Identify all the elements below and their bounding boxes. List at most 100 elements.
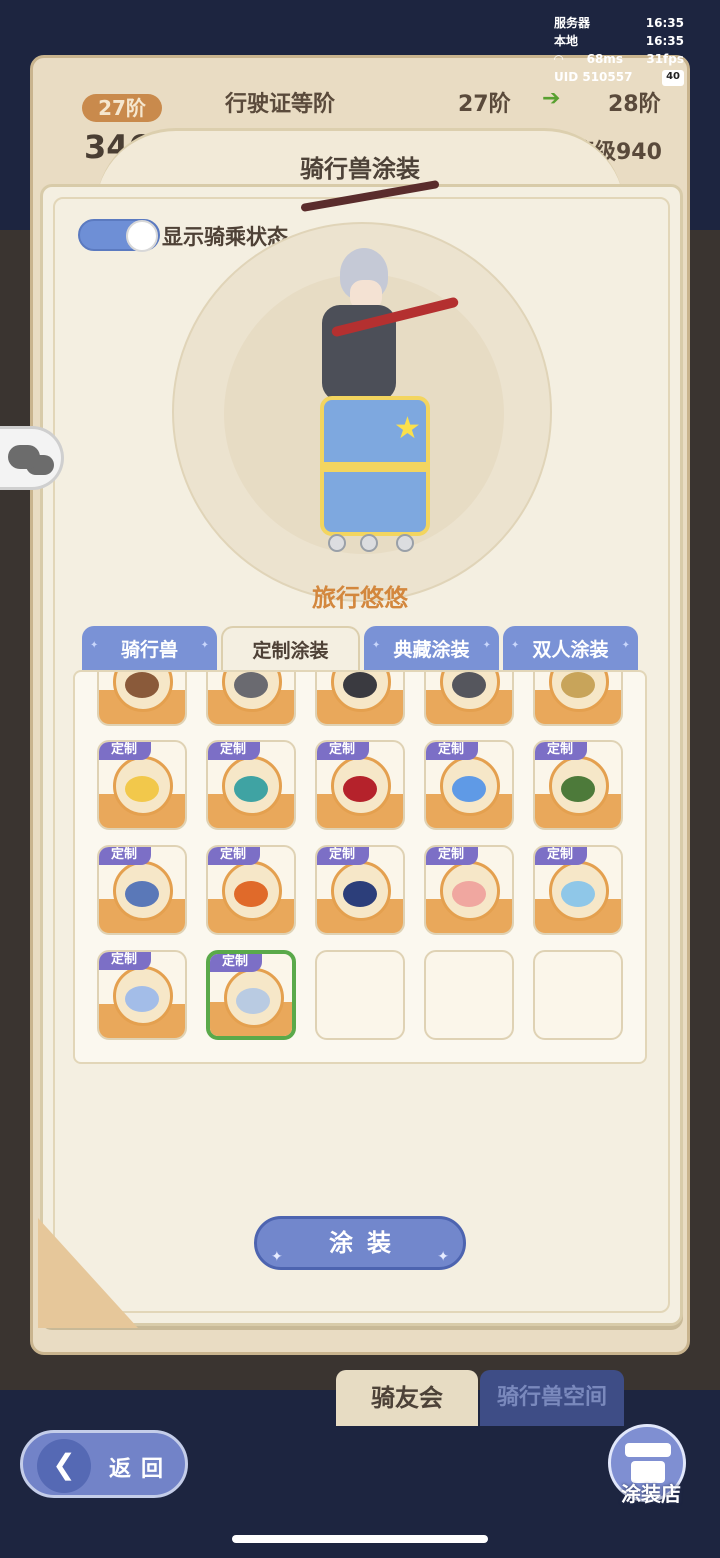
- tab-collection-skin[interactable]: ✦ 典藏涂装 ✦: [364, 626, 499, 670]
- skin-cell[interactable]: 定制: [424, 845, 514, 935]
- apply-skin-button[interactable]: ✦ 涂装 ✦: [254, 1216, 466, 1270]
- skin-cell[interactable]: 定制: [97, 845, 187, 935]
- skin-cell[interactable]: [206, 672, 296, 726]
- empty-skin-slot: [424, 950, 514, 1040]
- custom-tag-badge: 定制: [426, 742, 478, 760]
- skin-cell[interactable]: [424, 672, 514, 726]
- wheel: [360, 534, 378, 552]
- sparkle-icon: ✦: [90, 640, 99, 651]
- chat-icon: [8, 445, 40, 469]
- sparkle-icon: ✦: [511, 640, 520, 651]
- preview-skin-name: 旅行悠悠: [312, 584, 408, 612]
- custom-tag-badge: 定制: [426, 847, 478, 865]
- sparkle-icon: ✦: [200, 640, 209, 651]
- back-arrow-icon: ❮: [37, 1439, 91, 1493]
- local-time-label: 本地: [554, 34, 579, 48]
- tab-label: 双人涂装: [532, 638, 609, 661]
- suitcase-mount: ★: [320, 396, 430, 536]
- skin-cell[interactable]: 定制: [206, 950, 296, 1040]
- red-rose-icon: [343, 776, 377, 802]
- robot-mount-icon: [452, 672, 486, 698]
- yellow-chick-icon: [125, 776, 159, 802]
- custom-tag-badge: 定制: [535, 847, 587, 865]
- skin-grid: 定制 定制 定制 定制 定制 定制 定制 定制 定制 定制 定制 定制: [73, 670, 647, 1064]
- skin-cell[interactable]: 定制: [206, 845, 296, 935]
- ping: 68ms: [586, 52, 623, 66]
- blue-whale-icon: [125, 881, 159, 907]
- skin-cell[interactable]: 定制: [533, 845, 623, 935]
- wifi-icon: ◠: [554, 52, 564, 66]
- custom-tag-badge: 定制: [208, 742, 260, 760]
- tab-label: 典藏涂装: [393, 638, 470, 661]
- skin-cell[interactable]: [97, 672, 187, 726]
- fps: 31fps: [646, 52, 684, 66]
- custom-tag-badge: 定制: [99, 847, 151, 865]
- license-level-label: 行驶证等阶: [225, 92, 336, 117]
- skin-cell[interactable]: [533, 672, 623, 726]
- back-button[interactable]: ❮ 返回: [20, 1430, 188, 1498]
- skin-cell[interactable]: 定制: [206, 740, 296, 830]
- suitcase-band: [324, 462, 426, 472]
- server-time-label: 服务器: [554, 16, 591, 30]
- sparkle-icon: ✦: [372, 640, 381, 651]
- status-overlay: 服务器 16:35 本地 16:35 ◠ 68ms 31fps UID 510557 40: [554, 14, 684, 86]
- skin-shop-label: 涂装店: [621, 1482, 681, 1506]
- sparkle-icon: ✦: [482, 640, 491, 651]
- navy-boat-icon: [343, 881, 377, 907]
- tab-label: 定制涂装: [252, 639, 329, 662]
- corner-decoration: [38, 1218, 138, 1328]
- dark-mount-icon: [343, 672, 377, 698]
- sparkle-icon: ✦: [437, 1249, 449, 1265]
- custom-tag-badge: 定制: [99, 742, 151, 760]
- server-time: 16:35: [645, 16, 684, 30]
- crystal-sled-icon: [561, 881, 595, 907]
- skin-tabs: ✦ 骑行兽 ✦ 定制涂装 ✦ 典藏涂装 ✦ ✦ 双人涂装 ✦: [82, 626, 638, 670]
- back-label: 返回: [109, 1457, 174, 1482]
- skin-cell[interactable]: 定制: [97, 950, 187, 1040]
- tab-mount[interactable]: ✦ 骑行兽 ✦: [82, 626, 217, 670]
- custom-tag-badge: 定制: [317, 847, 369, 865]
- battery-icon: 40: [662, 70, 684, 86]
- skin-cell[interactable]: 定制: [424, 740, 514, 830]
- sparkle-icon: ✦: [271, 1249, 283, 1265]
- skin-cell[interactable]: [315, 672, 405, 726]
- suitcase-icon: [236, 988, 270, 1014]
- toggle-knob: [126, 220, 158, 252]
- show-riding-toggle[interactable]: [78, 219, 160, 252]
- tab-mount-space[interactable]: 骑行兽空间: [480, 1370, 624, 1426]
- custom-tag-badge: 定制: [208, 847, 260, 865]
- orange-hood-icon: [234, 881, 268, 907]
- tab-rider-club[interactable]: 骑友会: [336, 1370, 478, 1426]
- background-level-badge: 27阶: [82, 94, 162, 122]
- shop-icon: [625, 1443, 671, 1457]
- arrow-right-icon: ➔: [542, 86, 561, 111]
- skin-cell[interactable]: 定制: [315, 845, 405, 935]
- gear-mount-icon: [234, 672, 268, 698]
- green-spike-icon: [561, 776, 595, 802]
- skin-cell[interactable]: 定制: [97, 740, 187, 830]
- tab-custom-skin[interactable]: 定制涂装: [221, 626, 360, 670]
- wheel: [396, 534, 414, 552]
- custom-tag-badge: 定制: [210, 954, 262, 972]
- brown-creature-icon: [125, 672, 159, 698]
- license-level-from: 27阶: [458, 92, 511, 117]
- empty-skin-slot: [533, 950, 623, 1040]
- chat-button[interactable]: [0, 426, 64, 490]
- blue-balloon-icon: [452, 776, 486, 802]
- skin-cell[interactable]: 定制: [533, 740, 623, 830]
- star-icon: ★: [394, 411, 421, 446]
- skin-cell[interactable]: 定制: [315, 740, 405, 830]
- custom-tag-badge: 定制: [99, 952, 151, 970]
- license-level-to: 28阶: [608, 92, 661, 117]
- gold-mount-icon: [561, 672, 595, 698]
- tab-label: 骑行兽: [120, 638, 178, 661]
- blue-puffer-icon: [125, 986, 159, 1012]
- apply-skin-label: 涂装: [329, 1229, 405, 1257]
- wheel: [328, 534, 346, 552]
- custom-tag-badge: 定制: [535, 742, 587, 760]
- custom-tag-badge: 定制: [317, 742, 369, 760]
- empty-skin-slot: [315, 950, 405, 1040]
- home-indicator: [232, 1535, 488, 1543]
- teal-dragon-icon: [234, 776, 268, 802]
- tab-duo-skin[interactable]: ✦ 双人涂装 ✦: [503, 626, 638, 670]
